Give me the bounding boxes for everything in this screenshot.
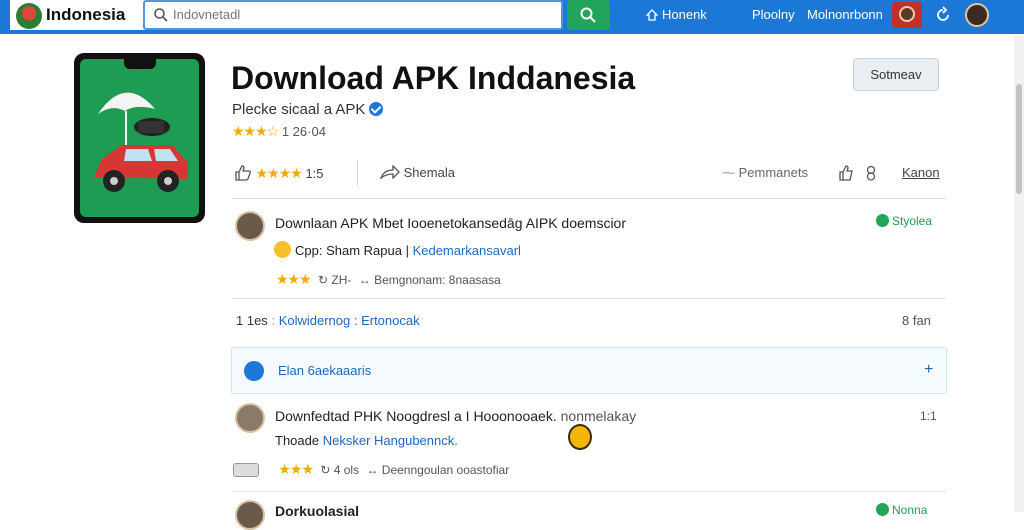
- nav-home[interactable]: Honenk: [645, 7, 707, 22]
- like-button[interactable]: ★★★★ 1:5: [234, 165, 324, 182]
- avatar: [899, 6, 915, 22]
- nav-link-molnonrbonn[interactable]: Molnonrbonn: [807, 7, 883, 22]
- comment-link[interactable]: Neksker Hangubennck.: [323, 433, 458, 448]
- reply-icon[interactable]: ↻: [320, 463, 330, 477]
- expand-icon[interactable]: +: [924, 361, 933, 379]
- user-avatar[interactable]: [965, 3, 989, 27]
- rating-count: 1:5: [305, 166, 324, 181]
- divider: [232, 198, 946, 199]
- thread-icon: ↔: [358, 273, 371, 287]
- phone-notch: [124, 59, 156, 69]
- rating-summary: ★★★☆ 1 26·04: [232, 123, 326, 140]
- feedback-icons[interactable]: [838, 165, 878, 181]
- home-icon: [645, 9, 659, 21]
- emoji-icon: [568, 424, 592, 450]
- stars-icon: ★★★★: [255, 165, 303, 181]
- search-icon: [580, 7, 596, 23]
- comment-meta-text: Deenngoulan ooastofiar: [381, 463, 510, 477]
- stars-icon: ★★★: [276, 271, 312, 287]
- search-box: [143, 0, 563, 30]
- stars-icon: ★★★: [278, 461, 314, 477]
- search-icon: [154, 8, 168, 22]
- comment-link[interactable]: Kedemarkansavarl: [413, 243, 521, 258]
- action-button[interactable]: Sotmeav: [853, 58, 939, 91]
- avatar[interactable]: [235, 500, 265, 530]
- top-bar: Indonesia Honenk Ploolny Molnonrbonn: [0, 0, 1024, 34]
- separator: :: [271, 313, 276, 328]
- comment-title-suffix: nonmelakay: [560, 408, 637, 424]
- stats-row: ★★★★ 1:5 Shemala ⁓ Pemmanets Kanon: [232, 162, 946, 184]
- comment-meta: ★★★ ↻ 4 ols ↔ Deenngoulan ooastofiar: [233, 461, 509, 478]
- comment-body: Thoade Neksker Hangubennck.: [275, 433, 458, 448]
- status-label: Styolea: [892, 214, 933, 228]
- logo-icon: [16, 3, 42, 29]
- divider: [357, 160, 358, 186]
- device-icon: [233, 463, 259, 477]
- emoji-icon: [274, 241, 291, 258]
- status-badge: Styolea: [876, 214, 932, 228]
- thumbs-up-icon: [235, 165, 251, 181]
- comment-body: Cpp: Sham Rapua | Kedemarkansavarl: [274, 241, 521, 258]
- info-icon: [866, 165, 875, 181]
- info-count: 1 1es: [236, 313, 268, 328]
- messenger-icon: [244, 361, 264, 381]
- comment-title-row: Downfedtad PHK Noogdresl a I Hooonooaek.…: [275, 408, 636, 424]
- comment-author: Cpp: Sham Rapua: [295, 243, 402, 258]
- comment-author: Thoade: [275, 433, 320, 448]
- wave-icon: ⁓: [722, 165, 735, 180]
- avatar[interactable]: [235, 211, 265, 241]
- share-button[interactable]: Shemala: [379, 164, 455, 180]
- permissions-link[interactable]: ⁓ Pemmanets: [722, 165, 808, 181]
- notice-bar[interactable]: Elan 6aekaaaris +: [231, 347, 947, 394]
- page-title: Download APK Inddanesia: [231, 60, 636, 96]
- more-link[interactable]: Kanon: [902, 165, 940, 180]
- refresh-icon[interactable]: [934, 6, 952, 24]
- comment-meta: ★★★ ↻ ZH- ↔ Bemgnonam: 8naasasa: [276, 271, 501, 288]
- search-input[interactable]: [173, 7, 553, 22]
- thumbs-up-icon: [839, 165, 853, 181]
- divider: [232, 491, 946, 492]
- info-link[interactable]: Kolwidernog : Ertonocak: [279, 313, 420, 328]
- comment-title: Downfedtad PHK Noogdresl a I Hooonooaek.: [275, 408, 557, 424]
- share-icon: [379, 164, 400, 180]
- comment-title: Downlaan APK Mbet Iooenetokansedāg AIPK …: [275, 215, 626, 231]
- info-row: 1 1es : Kolwidernog : Ertonocak: [236, 313, 420, 328]
- nav-link-ploolny[interactable]: Ploolny: [752, 7, 795, 22]
- status-icon: [876, 503, 889, 516]
- status-label: Nonna: [892, 503, 928, 517]
- search-button[interactable]: [567, 0, 610, 30]
- comment-right: 1:1: [920, 409, 937, 423]
- nav-home-label: Honenk: [662, 7, 707, 22]
- car-umbrella-illustration: [94, 92, 188, 192]
- avatar[interactable]: [235, 403, 265, 433]
- app-screen-image: [80, 59, 199, 217]
- app-screenshot: [74, 53, 205, 223]
- comment-count: 4 ols: [333, 463, 360, 477]
- scrollbar[interactable]: [1014, 36, 1024, 512]
- app-subtitle: Plecke sicaal a APK: [232, 101, 384, 118]
- logo-text: Indonesia: [46, 5, 126, 24]
- info-right-count: 8 fan: [902, 313, 931, 328]
- notice-text: Elan 6aekaaaris: [278, 363, 372, 378]
- scrollbar-thumb[interactable]: [1016, 84, 1022, 194]
- status-icon: [876, 214, 889, 227]
- subtitle-text: Plecke sicaal a APK: [232, 101, 366, 118]
- comment-meta-text: Bemgnonam: 8naasasa: [374, 273, 501, 287]
- verified-icon: [369, 102, 384, 116]
- star-rating-icon: ★★★☆: [232, 123, 279, 139]
- share-label: Shemala: [403, 165, 455, 180]
- reply-icon[interactable]: ↻: [318, 273, 328, 287]
- permissions-label: Pemmanets: [738, 165, 808, 180]
- rating-text: 1 26·04: [281, 124, 326, 139]
- comment-count: ZH-: [331, 273, 352, 287]
- profile-button[interactable]: [892, 2, 922, 28]
- thread-icon: ↔: [366, 463, 379, 477]
- status-badge: Nonna: [876, 503, 927, 517]
- comment-title: Dorkuolasial: [275, 503, 360, 519]
- divider: [232, 298, 946, 299]
- site-logo[interactable]: Indonesia: [10, 0, 146, 30]
